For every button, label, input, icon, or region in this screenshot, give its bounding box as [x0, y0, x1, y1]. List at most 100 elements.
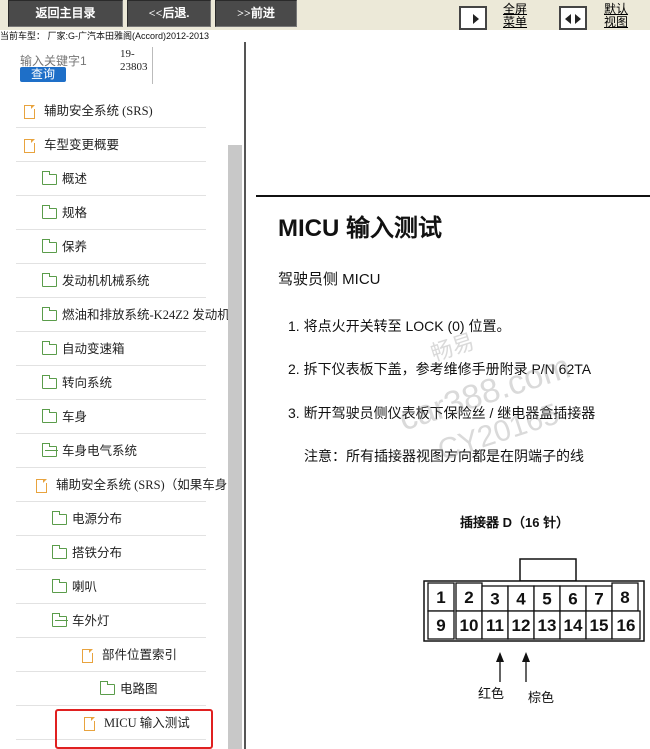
document-icon [36, 479, 47, 493]
pin-top-7-number: 7 [594, 590, 603, 609]
default-view-icon-button[interactable] [559, 6, 587, 30]
tree-item[interactable]: 搭铁分布 [16, 536, 206, 570]
home-button[interactable]: 返回主目录 [8, 0, 123, 27]
tree-item[interactable]: 车外灯 [16, 604, 206, 638]
folder-open-icon [52, 613, 68, 627]
tree-item-label: MICU 输入测试 [104, 716, 190, 730]
vehicle-info: 当前车型： 厂家:G-广汽本田雅阁(Accord)2012-2013 [0, 31, 210, 41]
tree-item[interactable]: 喇叭 [16, 570, 206, 604]
connector-pins: 1 2 3 4 5 6 7 89 10 11 12 13 14 15 16 [427, 582, 641, 640]
default-view-link[interactable]: 默认 视图 [604, 3, 628, 29]
tree-item-label: 电路图 [120, 682, 158, 696]
tree-item[interactable]: 车身 [16, 400, 206, 434]
folder-icon [42, 273, 57, 287]
tree-item[interactable]: 车型变更概要 [16, 128, 206, 162]
pin-bottom-14-number: 14 [564, 616, 583, 635]
tree-item-label: 车外灯 [72, 614, 110, 628]
tree-item-label: 车身 [62, 410, 88, 424]
wire-arrow-red [496, 652, 504, 662]
tree-item-label: 搭铁分布 [72, 546, 123, 560]
folder-icon [42, 171, 57, 185]
tree-item-label: 转向系统 [62, 376, 113, 390]
tree-item[interactable]: 部件位置索引 [16, 638, 206, 672]
tree-item[interactable]: 规格 [16, 196, 206, 230]
pin-top-1-number: 1 [436, 588, 445, 607]
tree-item[interactable]: 自动变速箱 [16, 332, 206, 366]
document-title: MICU 输入测试 [278, 215, 442, 242]
pin-top-5-number: 5 [542, 590, 551, 609]
tree-item-label: 辅助安全系统 (SRS)（如果车身 [56, 478, 228, 492]
tree-item-label: 燃油和排放系统-K24Z2 发动机 [62, 308, 230, 322]
app-window: 返回主目录 <<后退. >>前进 全屏 菜单 默认 视图 当前车型： 厂家:G-… [0, 0, 650, 749]
tree-item[interactable]: 保养 [16, 230, 206, 264]
folder-icon [42, 307, 57, 321]
document-icon [82, 649, 93, 663]
document-icon [84, 717, 95, 731]
tree-item-label: 喇叭 [72, 580, 98, 594]
tree-item[interactable]: 燃油和排放系统-K24Z2 发动机 [16, 298, 230, 332]
tree-item[interactable]: 辅助安全系统 (SRS)（如果车身 [16, 468, 227, 502]
tree-item[interactable]: 概述 [16, 162, 206, 196]
fullscreen-label-line2: 菜单 [503, 15, 528, 29]
wire-label-red: 红色 [478, 686, 504, 701]
document-icon [24, 139, 35, 153]
document-icon [24, 105, 35, 119]
pin-bottom-12-number: 12 [512, 616, 531, 635]
pin-bottom-11-number: 11 [486, 616, 504, 635]
document-pane: MICU 输入测试 驾驶员侧 MICU 1. 将点火开关转至 LOCK (0) … [246, 42, 650, 749]
pin-top-4-number: 4 [516, 590, 526, 609]
folder-icon [52, 545, 67, 559]
tree-item-label: 车型变更概要 [44, 138, 120, 152]
tree-item[interactable]: 转向系统 [16, 366, 206, 400]
connector-title: 插接器 D（16 针） [460, 515, 570, 530]
tree-item-label: 部件位置索引 [102, 648, 178, 662]
search-button[interactable]: 查询 [20, 67, 66, 82]
navigation-pane: 查询 19-23803 辅助安全系统 (SRS) 车型变更概要概述规格保养发动机机… [0, 42, 246, 749]
pin-top-3-number: 3 [490, 590, 499, 609]
default-view-label-line2: 视图 [604, 15, 629, 29]
search-divider [152, 47, 153, 84]
arrow-right-icon [575, 14, 581, 24]
folder-icon [42, 205, 57, 219]
back-button[interactable]: <<后退. [127, 0, 211, 27]
forward-button[interactable]: >>前进 [215, 0, 297, 27]
toolbar: 返回主目录 <<后退. >>前进 全屏 菜单 默认 视图 [0, 0, 650, 30]
pin-bottom-15-number: 15 [590, 616, 609, 635]
tree-scrollbar[interactable] [228, 145, 242, 749]
connector-key-tab [519, 558, 577, 582]
pin-top-8-number: 8 [620, 588, 629, 607]
tree-item[interactable]: 电源分布 [16, 502, 206, 536]
pin-top-6-number: 6 [568, 590, 577, 609]
document-subtitle: 驾驶员侧 MICU [278, 271, 381, 288]
tree-item-label: 车身电气系统 [62, 444, 138, 458]
tree-item-label: 辅助安全系统 (SRS) [44, 104, 153, 118]
document-code: 19-23803 [120, 48, 148, 73]
catalog-tree: 辅助安全系统 (SRS) 车型变更概要概述规格保养 发动机机械系统燃油和排放系统-K… [0, 94, 230, 749]
folder-open-icon [42, 443, 58, 457]
folder-icon [52, 579, 67, 593]
folder-icon [42, 239, 57, 253]
pin-bottom-13-number: 13 [538, 616, 557, 635]
tree-item-label: 概述 [62, 172, 88, 186]
tree-item[interactable]: 发动机机械系统 [16, 264, 206, 298]
arrow-right-icon [473, 14, 479, 24]
arrow-left-icon [565, 14, 571, 24]
fullscreen-menu-link[interactable]: 全屏 菜单 [503, 3, 527, 29]
step-1: 1. 将点火开关转至 LOCK (0) 位置。 [288, 318, 511, 334]
tree-item[interactable]: MICU 输入测试 [16, 706, 206, 740]
tree-item-label: 规格 [62, 206, 88, 220]
folder-icon [42, 375, 57, 389]
fullscreen-menu-icon-button[interactable] [459, 6, 487, 30]
search-area: 查询 19-23803 [0, 42, 246, 88]
folder-icon [42, 341, 57, 355]
pin-bottom-9-number: 9 [436, 616, 445, 635]
tree-item[interactable]: 辅助安全系统 (SRS) [16, 94, 206, 128]
tree-item[interactable]: 电路图 [16, 672, 206, 706]
wire-label-brown: 棕色 [528, 690, 554, 705]
page-rule [256, 195, 650, 197]
wire-arrow-brown [522, 652, 530, 662]
pin-bottom-16-number: 16 [617, 616, 636, 635]
tree-item[interactable]: 车身电气系统 [16, 434, 206, 468]
tree-item-label: 电源分布 [72, 512, 123, 526]
folder-icon [100, 681, 115, 695]
